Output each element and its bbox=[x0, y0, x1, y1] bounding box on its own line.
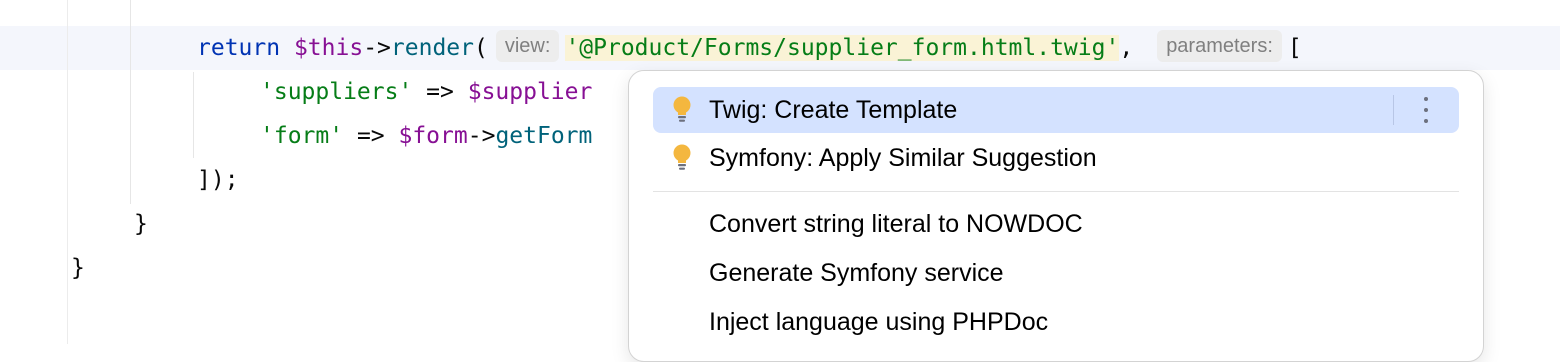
param-hint-view: view: bbox=[495, 29, 560, 62]
indent-guide bbox=[130, 0, 131, 204]
close-brace: } bbox=[134, 211, 148, 237]
double-arrow-operator: => bbox=[343, 123, 399, 149]
form-variable: $form bbox=[398, 123, 468, 149]
double-arrow-operator: => bbox=[412, 79, 468, 105]
action-inject-language-phpdoc[interactable]: Inject language using PHPDoc bbox=[653, 299, 1459, 345]
more-vertical-icon bbox=[1423, 97, 1429, 125]
code-line-suppliers[interactable]: 'suppliers' => $supplier bbox=[260, 70, 592, 114]
open-bracket: [ bbox=[1287, 35, 1302, 61]
lightbulb-icon bbox=[673, 144, 691, 170]
action-label: Symfony: Apply Similar Suggestion bbox=[709, 144, 1097, 172]
close-brace: } bbox=[71, 255, 85, 281]
arrow-operator: -> bbox=[467, 123, 496, 149]
array-key-suppliers: 'suppliers' bbox=[260, 79, 413, 105]
code-line-close-array[interactable]: ]); bbox=[197, 158, 239, 202]
more-options-button[interactable] bbox=[1393, 87, 1459, 133]
action-label: Convert string literal to NOWDOC bbox=[709, 210, 1083, 238]
code-line-form[interactable]: 'form' => $form->getForm bbox=[260, 114, 592, 158]
gutter-divider bbox=[67, 0, 68, 344]
arrow-operator: -> bbox=[363, 35, 391, 61]
code-line-return[interactable]: return $this->render( view: '@Product/Form… bbox=[197, 26, 1302, 70]
intention-actions-popup: Twig: Create Template Symfony: Apply Sim… bbox=[628, 70, 1484, 362]
action-symfony-apply-similar[interactable]: Symfony: Apply Similar Suggestion bbox=[653, 135, 1459, 181]
template-path-string[interactable]: '@Product/Forms/supplier_form.html.twig' bbox=[565, 35, 1120, 61]
this-variable: $this bbox=[293, 35, 364, 61]
render-method: render bbox=[390, 35, 474, 61]
action-generate-symfony-service[interactable]: Generate Symfony service bbox=[653, 250, 1459, 296]
action-label: Twig: Create Template bbox=[709, 96, 958, 124]
action-twig-create-template[interactable]: Twig: Create Template bbox=[653, 87, 1459, 133]
action-label: Inject language using PHPDoc bbox=[709, 308, 1049, 336]
separator bbox=[1393, 95, 1394, 125]
indent-guide bbox=[193, 72, 194, 158]
param-hint-parameters: parameters: bbox=[1157, 29, 1282, 62]
keyword-return: return bbox=[197, 35, 281, 61]
close-array-text: ]); bbox=[197, 167, 239, 193]
suppliers-variable: $supplier bbox=[467, 79, 593, 105]
action-label: Generate Symfony service bbox=[709, 259, 1004, 287]
code-line-close-method[interactable]: } bbox=[134, 202, 148, 246]
action-convert-nowdoc[interactable]: Convert string literal to NOWDOC bbox=[653, 201, 1459, 247]
code-line-close-class[interactable]: } bbox=[71, 246, 85, 290]
array-key-form: 'form' bbox=[260, 123, 344, 149]
getform-method: getForm bbox=[495, 123, 593, 149]
open-paren: ( bbox=[474, 35, 488, 61]
comma: , bbox=[1119, 35, 1134, 61]
popup-divider bbox=[653, 191, 1459, 192]
lightbulb-icon bbox=[673, 96, 691, 122]
